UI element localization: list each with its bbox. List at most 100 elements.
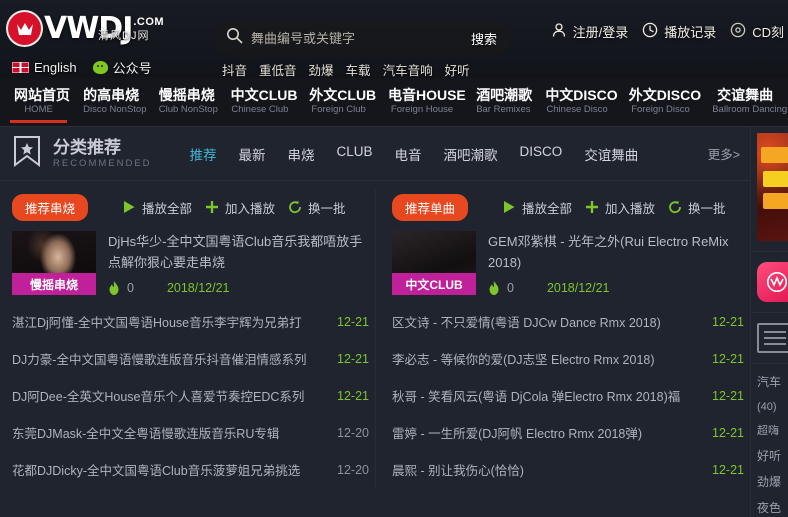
play-all-button[interactable]: 播放全部 xyxy=(122,198,192,217)
search-button[interactable]: 搜索 xyxy=(471,29,497,48)
cd-burn-button[interactable]: CD刻 xyxy=(730,22,784,41)
nav-item-foreign-house[interactable]: 电音HOUSE Foreign House xyxy=(378,83,466,122)
nav-label-en: Chinese Disco xyxy=(546,103,608,115)
list-item[interactable]: 晨熙 - 别让我伤心(恰恰) 12-21 xyxy=(392,451,744,488)
list-item-title[interactable]: 李必志 - 等候你的爱(DJ志坚 Electro Rmx 2018) xyxy=(392,349,655,368)
nav-label-cn: 中文DISCO xyxy=(545,86,618,103)
tab-newest[interactable]: 最新 xyxy=(239,144,266,164)
tab-disco[interactable]: DISCO xyxy=(520,144,563,164)
list-item-date: 12-21 xyxy=(712,388,744,403)
refresh-batch-button[interactable]: 换一批 xyxy=(288,198,346,217)
tab-club[interactable]: CLUB xyxy=(337,144,373,164)
featured-thumbnail[interactable]: 慢摇串烧 xyxy=(12,231,96,295)
nav-item-foreign-club[interactable]: 外文CLUB Foreign Club xyxy=(299,83,378,122)
refresh-batch-button[interactable]: 换一批 xyxy=(668,198,726,217)
list-item-title[interactable]: 晨熙 - 别让我伤心(恰恰) xyxy=(392,460,524,479)
column-pill-nonstop[interactable]: 推荐串烧 xyxy=(12,193,89,221)
list-item-title[interactable]: 雷婷 - 一生所爱(DJ阿帆 Electro Rmx 2018弹) xyxy=(392,423,642,442)
nav-item-club-nonstop[interactable]: 慢摇串烧 Club NonStop xyxy=(149,83,221,122)
nav-item-chinese-club[interactable]: 中文CLUB Chinese Club xyxy=(221,83,300,122)
featured-thumbnail[interactable]: 中文CLUB xyxy=(392,231,476,295)
list-item[interactable]: 湛江Dj阿懂-全中文国粤语House音乐李宇辉为兄弟打 12-21 xyxy=(12,303,369,340)
nav-item-ballroom-dancing[interactable]: 交谊舞曲 Ballroom Dancing xyxy=(702,83,788,122)
banner-line-1 xyxy=(761,147,788,163)
section-title-en: RECOMMENDED xyxy=(53,157,152,169)
hot-tag-nice[interactable]: 好听 xyxy=(445,60,470,78)
play-history-button[interactable]: 播放记录 xyxy=(642,22,716,41)
nav-label-en: Club NonStop xyxy=(158,103,218,115)
list-item[interactable]: DJ阿Dee-全英文House音乐个人喜爱节奏控EDC系列 12-21 xyxy=(12,377,369,414)
plus-icon xyxy=(586,201,599,213)
featured-item[interactable]: 慢摇串烧 DjHs华少-全中文国粤语Club音乐我都唔放手点解你狠心要走串烧 0… xyxy=(12,225,369,303)
list-item-title[interactable]: 区文诗 - 不只爱情(粤语 DJCw Dance Rmx 2018) xyxy=(392,312,661,331)
tab-nonstop[interactable]: 串烧 xyxy=(288,144,315,164)
tab-recommended[interactable]: 推荐 xyxy=(190,144,217,164)
sidebar-app-icon[interactable] xyxy=(757,262,788,302)
more-link[interactable]: 更多> xyxy=(708,144,740,163)
list-item[interactable]: DJ力豪-全中文国粤语慢歌连版音乐抖音催泪情感系列 12-21 xyxy=(12,340,369,377)
right-sidebar: 汽车 (40) 超嗨 好听 劲爆 夜色 xyxy=(750,127,788,517)
tab-bar-remixes[interactable]: 酒吧潮歌 xyxy=(444,144,498,164)
list-item[interactable]: 区文诗 - 不只爱情(粤语 DJCw Dance Rmx 2018) 12-21 xyxy=(392,303,744,340)
featured-title[interactable]: DjHs华少-全中文国粤语Club音乐我都唔放手点解你狠心要走串烧 xyxy=(108,231,369,273)
featured-item[interactable]: 中文CLUB GEM邓紫棋 - 光年之外(Rui Electro ReMix 2… xyxy=(392,225,744,303)
column-pill-singles[interactable]: 推荐单曲 xyxy=(392,193,469,221)
wechat-official-account[interactable]: 公众号 xyxy=(92,58,152,77)
nav-item-home[interactable]: 网站首页 HOME xyxy=(4,83,73,123)
language-switch-english[interactable]: English xyxy=(12,60,77,75)
sidebar-item-car[interactable]: 汽车 xyxy=(757,374,788,391)
list-item-title[interactable]: DJ力豪-全中文国粤语慢歌连版音乐抖音催泪情感系列 xyxy=(12,349,306,368)
list-item[interactable]: 花都DJDicky-全中文国粤语Club音乐菠萝姐兄弟挑选 12-20 xyxy=(12,451,369,488)
nav-label-cn: 外文CLUB xyxy=(309,86,377,103)
search-input[interactable] xyxy=(243,30,471,46)
hot-tag-car[interactable]: 车载 xyxy=(346,60,371,78)
column-actions: 播放全部 加入播放 换一批 xyxy=(122,198,346,217)
play-all-button[interactable]: 播放全部 xyxy=(502,198,572,217)
hot-search-tags: 抖音 重低音 劲爆 车载 汽车音响 好听 xyxy=(222,60,470,78)
nav-label-cn: 中文CLUB xyxy=(230,86,298,103)
list-item-title[interactable]: DJ阿Dee-全英文House音乐个人喜爱节奏控EDC系列 xyxy=(12,386,304,405)
nav-item-chinese-disco[interactable]: 中文DISCO Chinese Disco xyxy=(535,83,618,122)
featured-title[interactable]: GEM邓紫棋 - 光年之外(Rui Electro ReMix 2018) xyxy=(488,231,744,273)
sidebar-list-icon[interactable] xyxy=(757,323,788,353)
sidebar-item-superhigh[interactable]: 超嗨 xyxy=(757,424,788,439)
sidebar-promo-banner[interactable] xyxy=(757,133,788,241)
sidebar-item-explosive[interactable]: 劲爆 xyxy=(757,474,788,491)
app-logo-icon xyxy=(767,272,787,292)
list-item-title[interactable]: 花都DJDicky-全中文国粤语Club音乐菠萝姐兄弟挑选 xyxy=(12,460,300,479)
list-item[interactable]: 东莞DJMask-全中文全粤语慢歌连版音乐RU专辑 12-20 xyxy=(12,414,369,451)
tab-electronic[interactable]: 电音 xyxy=(395,144,422,164)
featured-meta: 0 2018/12/21 xyxy=(488,281,744,295)
nav-label-en: Disco NonStop xyxy=(83,103,147,115)
register-login-button[interactable]: 注册/登录 xyxy=(551,22,628,41)
sidebar-item-nice[interactable]: 好听 xyxy=(757,448,788,465)
nav-item-foreign-disco[interactable]: 外文DISCO Foreign Disco xyxy=(619,83,702,122)
add-to-playlist-label: 加入播放 xyxy=(605,201,656,216)
cd-burn-label: CD刻 xyxy=(752,25,784,40)
hot-tag-douyin[interactable]: 抖音 xyxy=(222,60,247,78)
nav-item-bar-remixes[interactable]: 酒吧潮歌 Bar Remixes xyxy=(466,83,535,122)
list-item[interactable]: 李必志 - 等候你的爱(DJ志坚 Electro Rmx 2018) 12-21 xyxy=(392,340,744,377)
list-item-title[interactable]: 湛江Dj阿懂-全中文国粤语House音乐李宇辉为兄弟打 xyxy=(12,312,302,331)
nav-label-cn: 慢摇串烧 xyxy=(158,86,215,103)
hot-tag-bass[interactable]: 重低音 xyxy=(259,60,297,78)
refresh-batch-label: 换一批 xyxy=(308,201,346,216)
hot-tag-explosive[interactable]: 劲爆 xyxy=(309,60,334,78)
list-item-title[interactable]: 东莞DJMask-全中文全粤语慢歌连版音乐RU专辑 xyxy=(12,423,279,442)
sidebar-item-count[interactable]: (40) xyxy=(757,400,788,415)
list-item-title[interactable]: 秋哥 - 笑看风云(粤语 DjCola 弹Electro Rmx 2018)福 xyxy=(392,386,680,405)
list-item-date: 12-21 xyxy=(337,351,369,366)
column-header: 推荐单曲 播放全部 加入播放 换一批 xyxy=(392,189,744,225)
search-box[interactable]: 搜索 xyxy=(214,20,511,56)
add-to-playlist-button[interactable]: 加入播放 xyxy=(585,198,655,217)
list-item[interactable]: 雷婷 - 一生所爱(DJ阿帆 Electro Rmx 2018弹) 12-21 xyxy=(392,414,744,451)
tab-ballroom[interactable]: 交谊舞曲 xyxy=(584,144,638,164)
bookmark-star-icon xyxy=(12,135,42,172)
sidebar-item-night[interactable]: 夜色 xyxy=(757,500,788,517)
featured-meta: 0 2018/12/21 xyxy=(108,281,369,295)
recommended-content: 推荐串烧 播放全部 加入播放 换一批 慢摇串烧 DjHs华少-全中文国粤语Clu… xyxy=(0,181,788,488)
list-item[interactable]: 秋哥 - 笑看风云(粤语 DjCola 弹Electro Rmx 2018)福 … xyxy=(392,377,744,414)
add-to-playlist-button[interactable]: 加入播放 xyxy=(205,198,275,217)
hot-tag-car-audio[interactable]: 汽车音响 xyxy=(383,60,433,78)
nav-item-disco-nonstop[interactable]: 的高串烧 Disco NonStop xyxy=(73,83,149,122)
